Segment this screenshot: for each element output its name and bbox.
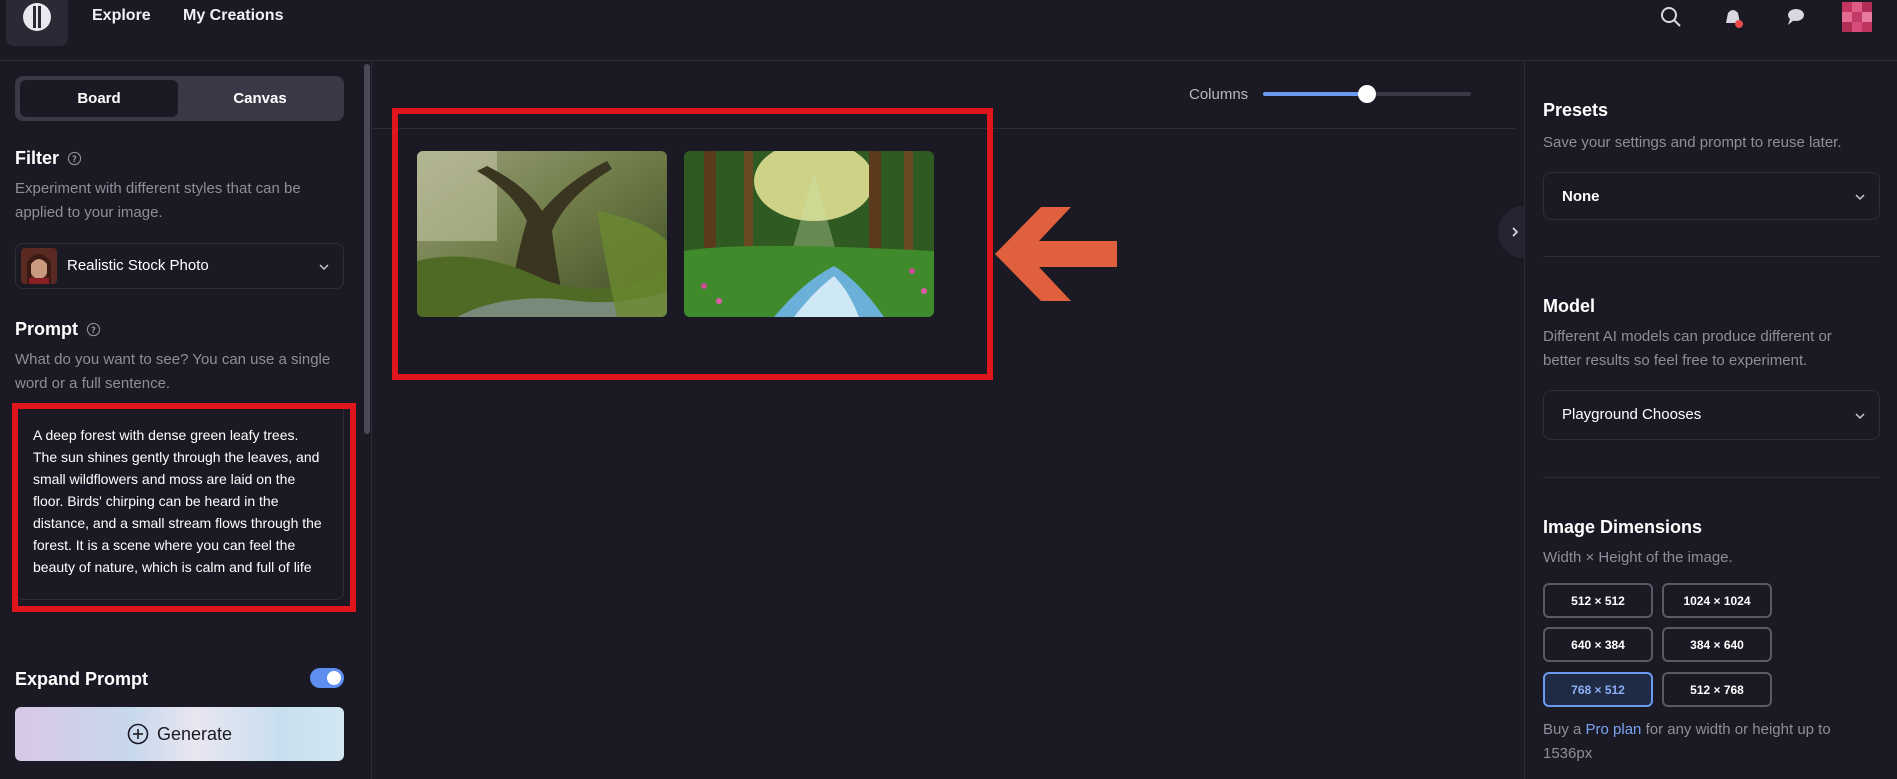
section-divider xyxy=(1543,256,1880,257)
tab-board[interactable]: Board xyxy=(20,80,178,117)
prompt-description: What do you want to see? You can use a s… xyxy=(15,351,331,392)
pro-plan-note: Buy a Pro plan for any width or height u… xyxy=(1543,718,1873,766)
nav-explore[interactable]: Explore xyxy=(92,7,151,25)
model-title: Model xyxy=(1543,296,1595,316)
section-divider xyxy=(1543,477,1880,478)
prompt-header: Prompt ? xyxy=(15,319,101,340)
playground-logo-icon[interactable] xyxy=(6,0,68,46)
model-selected-label: Playground Chooses xyxy=(1562,406,1702,423)
columns-label: Columns xyxy=(1189,86,1249,103)
dimensions-description: Width × Height of the image. xyxy=(1543,549,1733,566)
presets-selected-label: None xyxy=(1562,188,1600,205)
toggle-knob xyxy=(327,671,341,685)
help-icon[interactable]: ? xyxy=(67,151,82,166)
filter-header: Filter ? xyxy=(15,148,82,169)
dimensions-title: Image Dimensions xyxy=(1543,517,1703,537)
pro-note-prefix: Buy a xyxy=(1543,721,1586,738)
filter-dropdown[interactable]: Realistic Stock Photo xyxy=(15,243,344,289)
presets-title: Presets xyxy=(1543,100,1609,120)
model-description: Different AI models can produce differen… xyxy=(1543,328,1832,369)
tab-canvas[interactable]: Canvas xyxy=(181,80,339,117)
left-scrollbar-thumb[interactable] xyxy=(364,64,370,434)
svg-text:?: ? xyxy=(91,325,96,335)
dimension-option-1024x1024[interactable]: 1024 × 1024 xyxy=(1662,583,1772,618)
filter-title: Filter xyxy=(15,148,60,168)
avatar[interactable] xyxy=(1842,2,1872,32)
mode-switch: Board Canvas xyxy=(15,76,344,121)
prompt-title: Prompt xyxy=(15,319,78,339)
columns-slider-fill xyxy=(1263,92,1367,96)
filter-description: Experiment with different styles that ca… xyxy=(15,180,301,221)
chevron-down-icon xyxy=(319,264,329,271)
chevron-down-icon xyxy=(1855,194,1865,201)
arrow-left-icon xyxy=(995,207,1117,301)
expand-prompt-toggle[interactable] xyxy=(310,668,344,688)
help-icon[interactable]: ? xyxy=(86,322,101,337)
dimension-option-640x384[interactable]: 640 × 384 xyxy=(1543,627,1653,662)
dimension-option-384x640[interactable]: 384 × 640 xyxy=(1662,627,1772,662)
chevron-right-icon xyxy=(1512,227,1519,237)
chat-icon[interactable] xyxy=(1782,4,1808,30)
presets-dropdown[interactable]: None xyxy=(1543,172,1880,220)
dimension-option-512x768[interactable]: 512 × 768 xyxy=(1662,672,1772,707)
top-bar: Explore My Creations xyxy=(0,0,1897,61)
filter-thumbnail xyxy=(21,248,57,284)
columns-slider-handle[interactable] xyxy=(1358,85,1376,103)
expand-prompt-label: Expand Prompt xyxy=(15,669,149,689)
generate-button[interactable]: Generate xyxy=(15,707,344,761)
svg-text:?: ? xyxy=(72,154,77,164)
bell-icon[interactable] xyxy=(1720,4,1746,30)
plus-circle-icon xyxy=(127,723,149,745)
prompt-highlight-box xyxy=(12,403,356,612)
chevron-down-icon xyxy=(1855,413,1865,420)
dimension-option-512x512[interactable]: 512 × 512 xyxy=(1543,583,1653,618)
presets-description: Save your settings and prompt to reuse l… xyxy=(1543,134,1842,151)
generate-label: Generate xyxy=(156,723,233,744)
model-dropdown[interactable]: Playground Chooses xyxy=(1543,390,1880,440)
results-highlight-box xyxy=(392,108,993,380)
pro-plan-link[interactable]: Pro plan xyxy=(1586,721,1642,738)
search-icon[interactable] xyxy=(1658,4,1684,30)
nav-my-creations[interactable]: My Creations xyxy=(183,7,283,25)
dimension-option-768x512[interactable]: 768 × 512 xyxy=(1543,672,1653,707)
filter-selected-label: Realistic Stock Photo xyxy=(67,257,209,274)
